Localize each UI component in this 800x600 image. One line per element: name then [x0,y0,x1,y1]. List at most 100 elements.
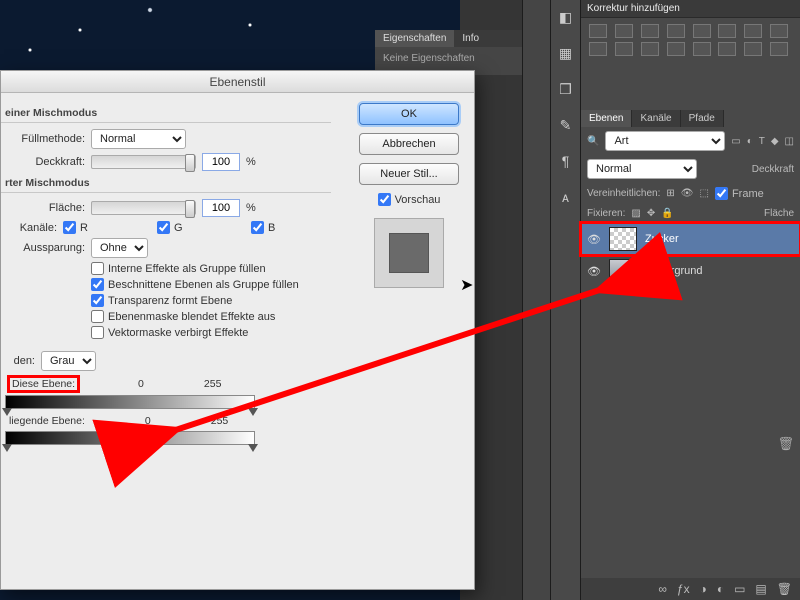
adj-bw-icon[interactable] [744,24,762,38]
new-style-button[interactable]: Neuer Stil... [359,163,459,185]
adj-threshold-icon[interactable] [693,42,711,56]
new-group-icon[interactable]: ▭ [734,582,745,596]
visibility-toggle-icon[interactable]: 👁 [587,265,601,278]
opt-layer-mask-hides[interactable]: Ebenenmaske blendet Effekte aus [91,310,331,323]
visibility-toggle-icon[interactable]: 👁 [587,233,601,246]
fx-icon[interactable]: ƒx [677,582,690,596]
swatch-icon[interactable]: ▦ [557,44,575,62]
filter-adj-icon[interactable]: ◐ [747,136,753,147]
under-layer-slider[interactable] [5,431,255,445]
lock-position-icon[interactable]: ✥ [647,208,655,219]
character-icon[interactable]: ᴀ [557,188,575,206]
channel-r-checkbox[interactable]: R [63,221,143,234]
layer-name[interactable]: Zucker [645,233,679,245]
percent-sign: % [246,156,256,168]
adj-invert-icon[interactable] [641,42,659,56]
tab-layers[interactable]: Ebenen [581,110,632,127]
adj-photo-filter-icon[interactable] [770,24,788,38]
adj-channel-mixer-icon[interactable] [589,42,607,56]
lock-label: Fixieren: [587,208,625,219]
fill-method-select[interactable]: Normal [91,129,186,149]
layer-thumbnail[interactable] [609,227,637,251]
filter-type-icon[interactable]: T [759,136,765,147]
filter-smart-icon[interactable]: ◫ [785,136,794,147]
adj-posterize-icon[interactable] [667,42,685,56]
filter-img-icon[interactable]: ▭ [731,136,740,147]
adj-vibrance-icon[interactable] [693,24,711,38]
paragraph-icon[interactable]: ¶ [557,152,575,170]
preview-checkbox[interactable]: Vorschau [378,193,441,206]
slider-handle-black[interactable] [2,444,12,452]
collapsed-panel-strip [522,0,550,600]
adj-gradient-map-icon[interactable] [718,42,736,56]
lock-pixels-icon[interactable]: ▨ [631,208,640,219]
opt-clip-group[interactable]: Beschnittene Ebenen als Gruppe füllen [91,278,331,291]
trash-mid-icon[interactable]: 🗑 [777,436,794,452]
slider-handle-white[interactable] [248,408,258,416]
frame-checkbox[interactable]: Frame [715,187,764,200]
mask-icon[interactable]: ◑ [700,582,707,596]
adjustments-header: Korrektur hinzufügen [581,0,800,18]
opacity-slider[interactable] [91,155,196,169]
adj-exposure-icon[interactable] [667,24,685,38]
opt-transparency-shapes[interactable]: Transparenz formt Ebene [91,294,331,307]
layer-name[interactable]: Hintergrund [645,265,702,277]
slider-handle-white[interactable] [248,444,258,452]
layer-filter-select[interactable]: Art [605,131,725,151]
this-layer-slider[interactable] [5,395,255,409]
percent-sign: % [246,202,256,214]
opt-internal-effects[interactable]: Interne Effekte als Gruppe füllen [91,262,331,275]
layer-row-background[interactable]: 👁 Hintergrund [581,255,800,287]
opt-vector-mask-hides[interactable]: Vektormaske verbirgt Effekte [91,326,331,339]
link-layers-icon[interactable]: ∞ [658,582,667,596]
filter-shape-icon[interactable]: ◆ [771,136,779,147]
tab-channels[interactable]: Kanäle [632,110,680,127]
history-icon[interactable]: ◧ [557,8,575,26]
blend-mode-select[interactable]: Normal [587,159,697,179]
new-layer-icon[interactable]: ▤ [755,582,766,596]
this-layer-low: 0 [138,378,144,390]
cube-icon[interactable]: ❒ [557,80,575,98]
channel-g-checkbox[interactable]: G [157,221,237,234]
unify-style-icon[interactable]: ⬚ [699,188,708,199]
trash-icon[interactable]: 🗑 [777,582,792,596]
blendif-select[interactable]: Grau [41,351,96,371]
adj-curves-icon[interactable] [641,24,659,38]
opacity-input[interactable] [202,153,240,171]
layers-panel: Ebenen Kanäle Pfade 🔍 Art ▭ ◐ T ◆ ◫ Norm… [581,110,800,600]
tab-paths[interactable]: Pfade [681,110,724,127]
slider-handle-black[interactable] [2,408,12,416]
fill-method-label: Füllmethode: [5,133,85,145]
knockout-select[interactable]: Ohne [91,238,148,258]
layer-thumbnail[interactable] [609,259,637,283]
fill-opacity-slider[interactable] [91,201,196,215]
tab-properties[interactable]: Eigenschaften [375,30,454,47]
fill-opacity-label: Fläche: [5,202,85,214]
adj-brightness-icon[interactable] [589,24,607,38]
tab-info[interactable]: Info [454,30,487,47]
dialog-title: Ebenenstil [1,71,474,93]
layer-row-zucker[interactable]: 👁 Zucker [581,223,800,255]
adj-color-lookup-icon[interactable] [615,42,633,56]
new-adj-icon[interactable]: ◐ [717,582,724,596]
right-panel-shell: Korrektur hinzufügen Ebenen Kanäle Pfade… [580,0,800,600]
cancel-button[interactable]: Abbrechen [359,133,459,155]
unify-vis-icon[interactable]: 👁 [681,188,694,199]
layer-style-dialog: Ebenenstil OK Abbrechen Neuer Stil... Vo… [0,70,475,590]
ok-button[interactable]: OK [359,103,459,125]
brush-icon[interactable]: ✎ [557,116,575,134]
blendif-label: den: [5,355,35,367]
fill-label: Fläche [764,208,794,219]
search-icon[interactable]: 🔍 [587,136,599,147]
adj-hue-icon[interactable] [718,24,736,38]
fill-opacity-input[interactable] [202,199,240,217]
this-layer-high: 255 [204,378,222,390]
adj-levels-icon[interactable] [615,24,633,38]
adj-selective-color-icon[interactable] [744,42,762,56]
opacity-label: Deckkraft [752,164,794,175]
lock-all-icon[interactable]: 🔒 [661,208,673,219]
unify-pos-icon[interactable]: ⊞ [666,188,674,199]
adj-more-icon[interactable] [770,42,788,56]
channel-b-checkbox[interactable]: B [251,221,331,234]
under-layer-low: 0 [145,415,151,427]
